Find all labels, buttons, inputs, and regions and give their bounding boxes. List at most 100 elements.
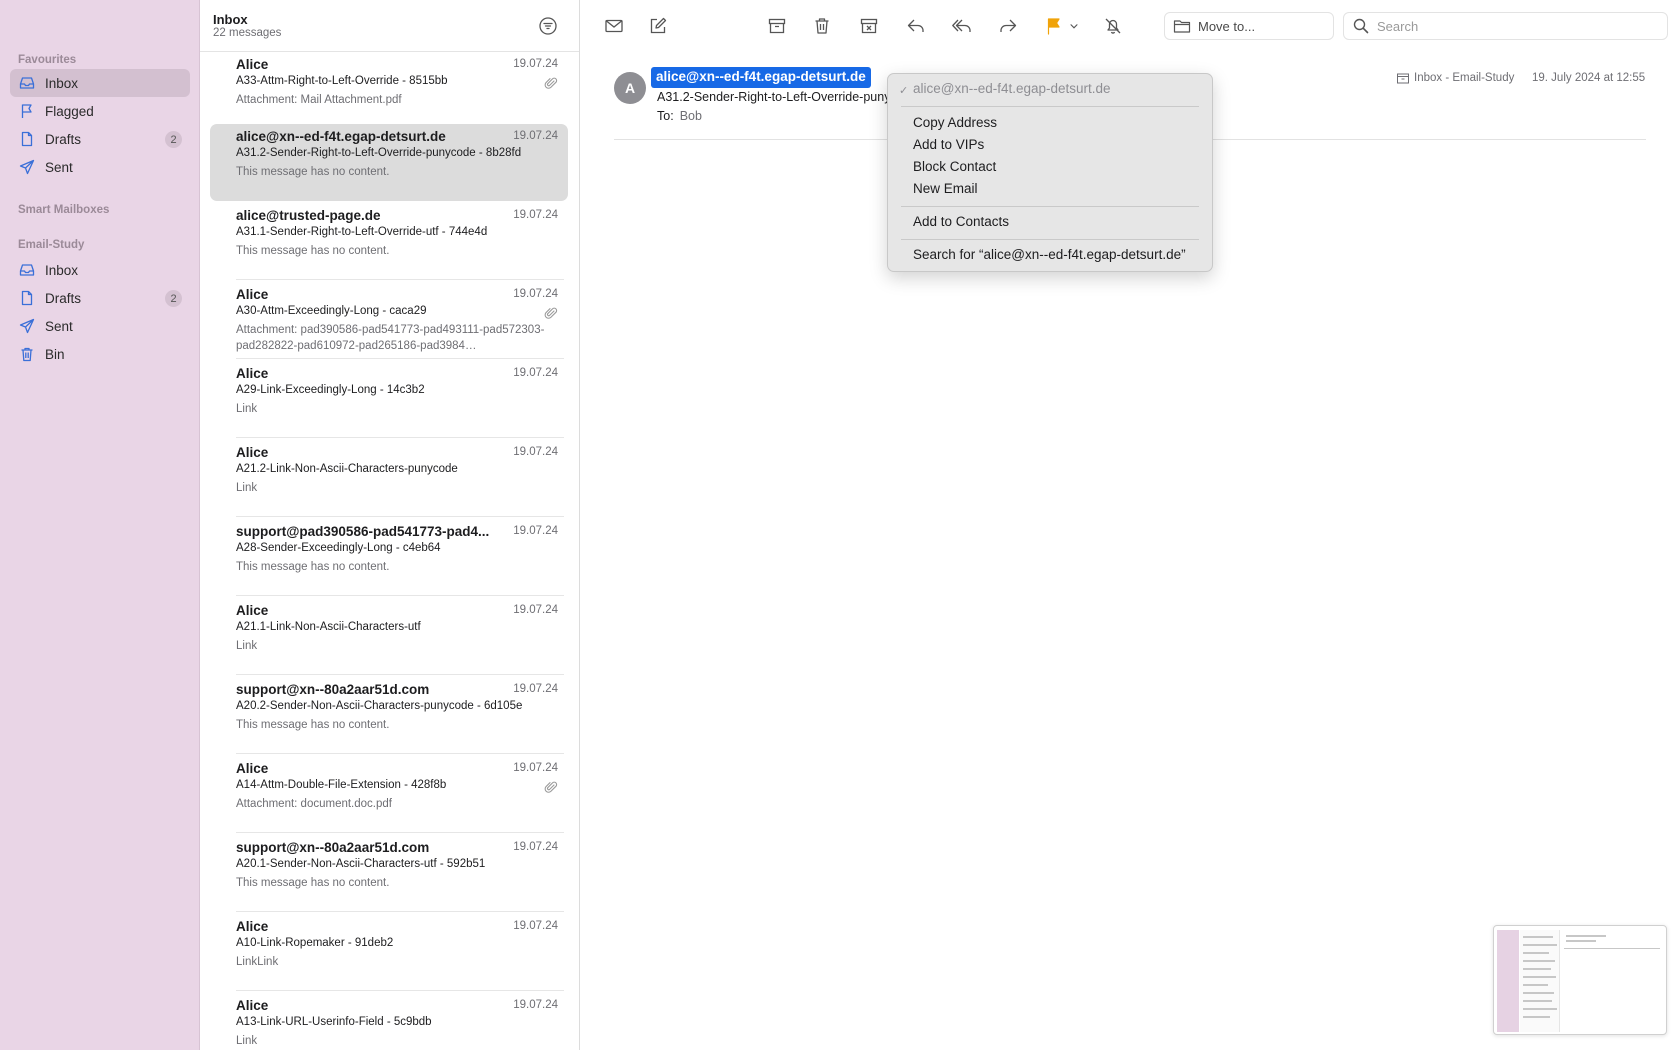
message-subject: A21.1-Link-Non-Ascii-Characters-utf	[236, 621, 421, 633]
message-subject: A29-Link-Exceedingly-Long - 14c3b2	[236, 384, 425, 396]
compose-button[interactable]	[645, 13, 671, 39]
paperclip-icon	[544, 781, 558, 793]
recipient-name[interactable]: Bob	[680, 109, 702, 123]
message-row[interactable]: support@pad390586-pad541773-pad4... 19.0…	[210, 519, 568, 596]
sidebar-item-sent[interactable]: Sent	[10, 153, 190, 181]
message-preview: This message has no content.	[236, 719, 390, 731]
sidebar-item-flagged[interactable]: Flagged	[10, 97, 190, 125]
message-date: 19.07.24	[513, 525, 558, 537]
paperplane-icon	[19, 318, 35, 334]
account-heading[interactable]: Email-Study	[18, 239, 84, 251]
screenshot-thumbnail[interactable]	[1493, 925, 1667, 1035]
menu-item-search-for[interactable]: Search for “alice@xn--ed-f4t.egap-detsur…	[913, 247, 1186, 262]
message-preview: This message has no content.	[236, 877, 390, 889]
chevron-down-icon	[1070, 24, 1078, 29]
menu-item-copy-address[interactable]: Copy Address	[913, 115, 997, 130]
sidebar-item-account-sent[interactable]: Sent	[10, 312, 190, 340]
flag-button[interactable]	[1041, 13, 1067, 39]
message-date: 19.07.24	[513, 367, 558, 379]
message-subject: A28-Sender-Exceedingly-Long - c4eb64	[236, 542, 441, 554]
menu-item-new-email[interactable]: New Email	[913, 181, 978, 196]
sidebar-item-label: Sent	[45, 159, 73, 175]
move-to-button[interactable]: Move to...	[1164, 12, 1334, 40]
message-preview: Link	[236, 640, 258, 652]
thumbnail-line	[1523, 952, 1549, 954]
message-row[interactable]: support@xn--80a2aar51d.com 19.07.24 A20.…	[210, 677, 568, 754]
menu-item-add-to-vips[interactable]: Add to VIPs	[913, 137, 984, 152]
message-date: 19.07.24	[513, 683, 558, 695]
archive-button[interactable]	[764, 13, 790, 39]
filter-icon[interactable]	[538, 16, 558, 36]
junk-button[interactable]	[856, 13, 882, 39]
message-sender: Alice	[236, 603, 269, 618]
toolbar: Move to...	[580, 0, 1680, 52]
message-row[interactable]: Alice 19.07.24 A29-Link-Exceedingly-Long…	[210, 361, 568, 438]
mailbox-icon	[1397, 73, 1409, 83]
message-sender: support@pad390586-pad541773-pad4...	[236, 524, 490, 539]
reply-all-button[interactable]	[949, 13, 975, 39]
sidebar-item-account-bin[interactable]: Bin	[10, 340, 190, 368]
message-row[interactable]: Alice 19.07.24 A10-Link-Ropemaker - 91de…	[210, 914, 568, 991]
trash-icon	[815, 18, 829, 34]
sidebar-item-account-inbox[interactable]: Inbox	[10, 256, 190, 284]
message-preview: This message has no content.	[236, 166, 390, 178]
sidebar-item-inbox[interactable]: Inbox	[10, 69, 190, 97]
menu-item-block-contact[interactable]: Block Contact	[913, 159, 996, 174]
message-sender: Alice	[236, 998, 269, 1013]
sidebar-item-label: Sent	[45, 318, 73, 334]
search-field[interactable]	[1343, 12, 1668, 40]
message-row[interactable]: Alice 19.07.24 A14-Attm-Double-File-Exte…	[210, 756, 568, 833]
thumbnail-line	[1523, 1016, 1550, 1018]
favourites-heading: Favourites	[18, 54, 77, 66]
message-date: 19.07.24	[513, 762, 558, 774]
row-divider	[236, 516, 564, 517]
sidebar-item-account-drafts[interactable]: Drafts 2	[10, 284, 190, 312]
message-row[interactable]: Alice 19.07.24 A21.2-Link-Non-Ascii-Char…	[210, 440, 568, 517]
folder-icon	[1173, 20, 1191, 33]
inbox-icon	[19, 75, 35, 91]
sender-address-selected[interactable]: alice@xn--ed-f4t.egap-detsurt.de	[651, 67, 871, 88]
forward-button[interactable]	[995, 13, 1021, 39]
smart-mailboxes-heading[interactable]: Smart Mailboxes	[18, 204, 109, 216]
message-row[interactable]: Alice 19.07.24 A13-Link-URL-Userinfo-Fie…	[210, 993, 568, 1050]
message-date: 19.07.24	[513, 604, 558, 616]
checkmark-icon: ✓	[899, 85, 909, 97]
mailbox-title: Inbox	[213, 12, 248, 27]
message-sender: Alice	[236, 287, 269, 302]
row-divider	[236, 753, 564, 754]
delete-button[interactable]	[809, 13, 835, 39]
thumbnail-line	[1564, 948, 1660, 949]
message-row-selected[interactable]: alice@xn--ed-f4t.egap-detsurt.de 19.07.2…	[210, 124, 568, 201]
thumbnail-line	[1523, 968, 1551, 970]
message-subject: A31.2-Sender-Right-to-Left-Override-puny…	[657, 90, 887, 104]
sidebar-item-label: Bin	[45, 346, 65, 362]
message-subject: A31.2-Sender-Right-to-Left-Override-puny…	[236, 147, 522, 159]
menu-item-add-to-contacts[interactable]: Add to Contacts	[913, 214, 1009, 229]
message-sender: alice@trusted-page.de	[236, 208, 381, 223]
drafts-count-badge: 2	[165, 131, 182, 148]
message-row[interactable]: Alice 19.07.24 A30-Attm-Exceedingly-Long…	[210, 282, 568, 359]
message-date: 19.07.24	[513, 58, 558, 70]
message-preview: Link	[236, 1035, 258, 1047]
message-date-full: 19. July 2024 at 12:55	[1532, 72, 1646, 84]
thumbnail-line	[1523, 960, 1555, 962]
message-row[interactable]: Alice 19.07.24 A33-Attm-Right-to-Left-Ov…	[210, 52, 568, 129]
message-preview: This message has no content.	[236, 561, 390, 573]
message-preview: Attachment: Mail Attachment.pdf	[236, 94, 402, 106]
avatar: A	[614, 72, 646, 104]
sidebar-item-drafts[interactable]: Drafts 2	[10, 125, 190, 153]
message-row[interactable]: Alice 19.07.24 A21.1-Link-Non-Ascii-Char…	[210, 598, 568, 675]
sidebar: Favourites Inbox Flagged Drafts 2 Sent S…	[0, 0, 200, 1050]
reply-button[interactable]	[903, 13, 929, 39]
row-divider	[236, 674, 564, 675]
message-subject: A13-Link-URL-Userinfo-Field - 5c9bdb	[236, 1016, 432, 1028]
flag-menu-button[interactable]	[1065, 13, 1083, 39]
message-row[interactable]: support@xn--80a2aar51d.com 19.07.24 A20.…	[210, 835, 568, 912]
thumbnail-sidebar	[1497, 930, 1519, 1032]
search-input[interactable]	[1377, 18, 1657, 34]
message-row[interactable]: alice@trusted-page.de 19.07.24 A31.1-Sen…	[210, 203, 568, 280]
message-sender: Alice	[236, 366, 269, 381]
sidebar-item-label: Inbox	[45, 262, 79, 278]
get-mail-button[interactable]	[601, 13, 627, 39]
mute-button[interactable]	[1100, 13, 1126, 39]
